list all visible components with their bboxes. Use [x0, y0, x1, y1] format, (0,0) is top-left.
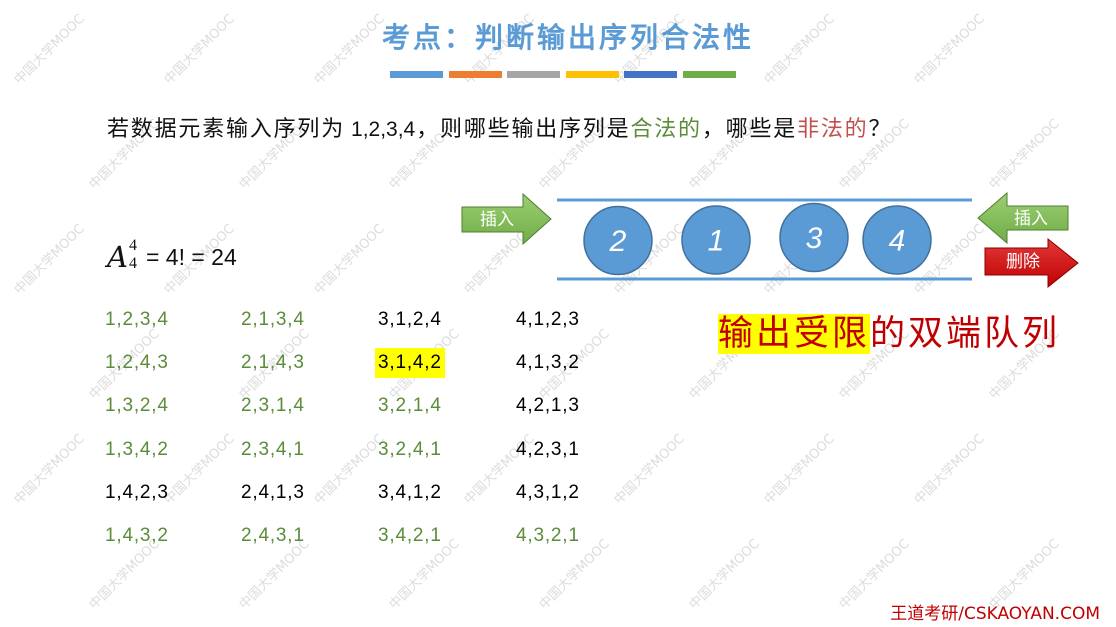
sequence-cell: 3,2,4,1	[378, 438, 442, 460]
sequence-cell: 1,2,3,4	[105, 309, 169, 330]
watermark-text: 中国大学MOOC	[11, 431, 88, 508]
sequence-table: 1,2,3,4 1,2,4,3 1,3,2,4 1,3,4,2 1,4,2,3 1,4,3…	[100, 300, 620, 552]
watermark-text: 中国大学MOOC	[11, 221, 88, 298]
slide-title: 考点：判断输出序列合法性	[381, 21, 754, 54]
sequence-cell: 3,2,1,4	[378, 395, 442, 417]
watermark-text: 中国大学MOOC	[161, 11, 238, 88]
sequence-cell: 1,2,4,3	[105, 352, 169, 374]
sequence-cell: 3,4,1,2	[378, 481, 442, 503]
question-legal-label: 合法的	[630, 117, 702, 142]
right-delete-arrow: 删除	[984, 237, 1079, 289]
left-insert-arrow: 插入	[461, 192, 552, 246]
title-underline-segment	[390, 71, 443, 78]
formula-superscript: 4	[128, 236, 137, 254]
sequence-cell: 2,4,1,3	[241, 481, 305, 503]
deque-diagram: 2 1 3 4 插入 插入 删除	[461, 191, 1079, 289]
formula-symbol: A	[107, 240, 128, 274]
title-underline-segment	[565, 71, 619, 78]
deque-node-label: 1	[708, 225, 725, 258]
deque-node: 4	[862, 205, 932, 275]
caption-rest: 的双端队列	[870, 314, 1061, 354]
watermark-text: 中国大学MOOC	[911, 11, 988, 88]
question-illegal-label: 非法的	[797, 117, 869, 142]
sequence-cell: 1,4,3,2	[105, 525, 169, 546]
title-underline-segment	[507, 71, 561, 78]
watermark-text: 中国大学MOOC	[686, 536, 763, 613]
formula-scripts: 4 4	[128, 237, 137, 272]
deque-type-caption: 输出受限的双端队列	[718, 312, 1060, 356]
sequence-cell: 2,3,1,4	[241, 395, 305, 417]
sequence-cell: 1,3,2,4	[105, 395, 169, 417]
sequence-cell-highlighted: 3,1,4,2	[375, 348, 445, 379]
sequence-cell: 4,2,3,1	[516, 438, 580, 460]
sequence-cell: 2,3,4,1	[241, 438, 305, 460]
question-prefix: 若数据元素输入序列为	[107, 117, 346, 142]
sequence-cell: 3,4,2,1	[378, 525, 442, 546]
sequence-cell: 4,3,1,2	[516, 481, 580, 503]
sequence-cell: 4,2,1,3	[516, 395, 580, 417]
question-connector: ，哪些是	[701, 117, 798, 142]
sequence-cell: 4,1,2,3	[516, 309, 580, 330]
deque-node-label: 3	[806, 222, 823, 255]
sequence-cell: 1,3,4,2	[105, 438, 169, 460]
formula-subscript: 4	[128, 254, 137, 272]
permutation-formula: A 4 4 = 4! = 24	[107, 236, 237, 278]
slide: 中国大学MOOC 中国大学MOOC 中国大学MOOC 中国大学MOOC 中国大学MOOC…	[0, 0, 1116, 627]
question-middle: ，则哪些输出序列是	[416, 117, 631, 142]
title-underline-segment	[682, 71, 736, 78]
sequence-cell: 2,1,4,3	[241, 352, 305, 374]
deque-node: 2	[583, 205, 653, 276]
watermark-text: 中国大学MOOC	[11, 11, 88, 88]
question-suffix: ？	[868, 117, 893, 142]
title-underline-segment	[448, 71, 502, 78]
caption-highlighted: 输出受限	[718, 314, 871, 354]
right-insert-label: 插入	[1014, 209, 1048, 229]
watermark-text: 中国大学MOOC	[761, 431, 838, 508]
sequence-cell: 2,4,3,1	[241, 525, 305, 546]
sequence-cell: 4,3,2,1	[516, 525, 580, 546]
formula-equation: = 4! = 24	[145, 244, 237, 270]
deque-node-label: 4	[889, 225, 906, 258]
left-insert-label: 插入	[480, 210, 514, 230]
deque-node-label: 2	[609, 225, 627, 258]
title-underline-bar	[390, 71, 736, 78]
watermark-text: 中国大学MOOC	[911, 431, 988, 508]
question-text: 若数据元素输入序列为 1,2,3,4，则哪些输出序列是合法的，哪些是非法的？	[107, 113, 892, 147]
footer-brand: 王道考研/CSKAOYAN.COM	[890, 604, 1100, 624]
right-delete-label: 删除	[1006, 252, 1040, 272]
sequence-cell: 1,4,2,3	[105, 481, 169, 503]
watermark-text: 中国大学MOOC	[311, 221, 388, 298]
question-input-sequence: 1,2,3,4	[351, 118, 416, 141]
right-insert-arrow: 插入	[977, 191, 1069, 245]
sequence-cell: 4,1,3,2	[516, 352, 580, 374]
deque-node: 1	[681, 205, 751, 275]
deque-node: 3	[779, 202, 849, 273]
sequence-cell: 3,1,2,4	[378, 309, 442, 330]
title-underline-segment	[624, 71, 678, 78]
sequence-cell: 2,1,3,4	[241, 309, 305, 330]
